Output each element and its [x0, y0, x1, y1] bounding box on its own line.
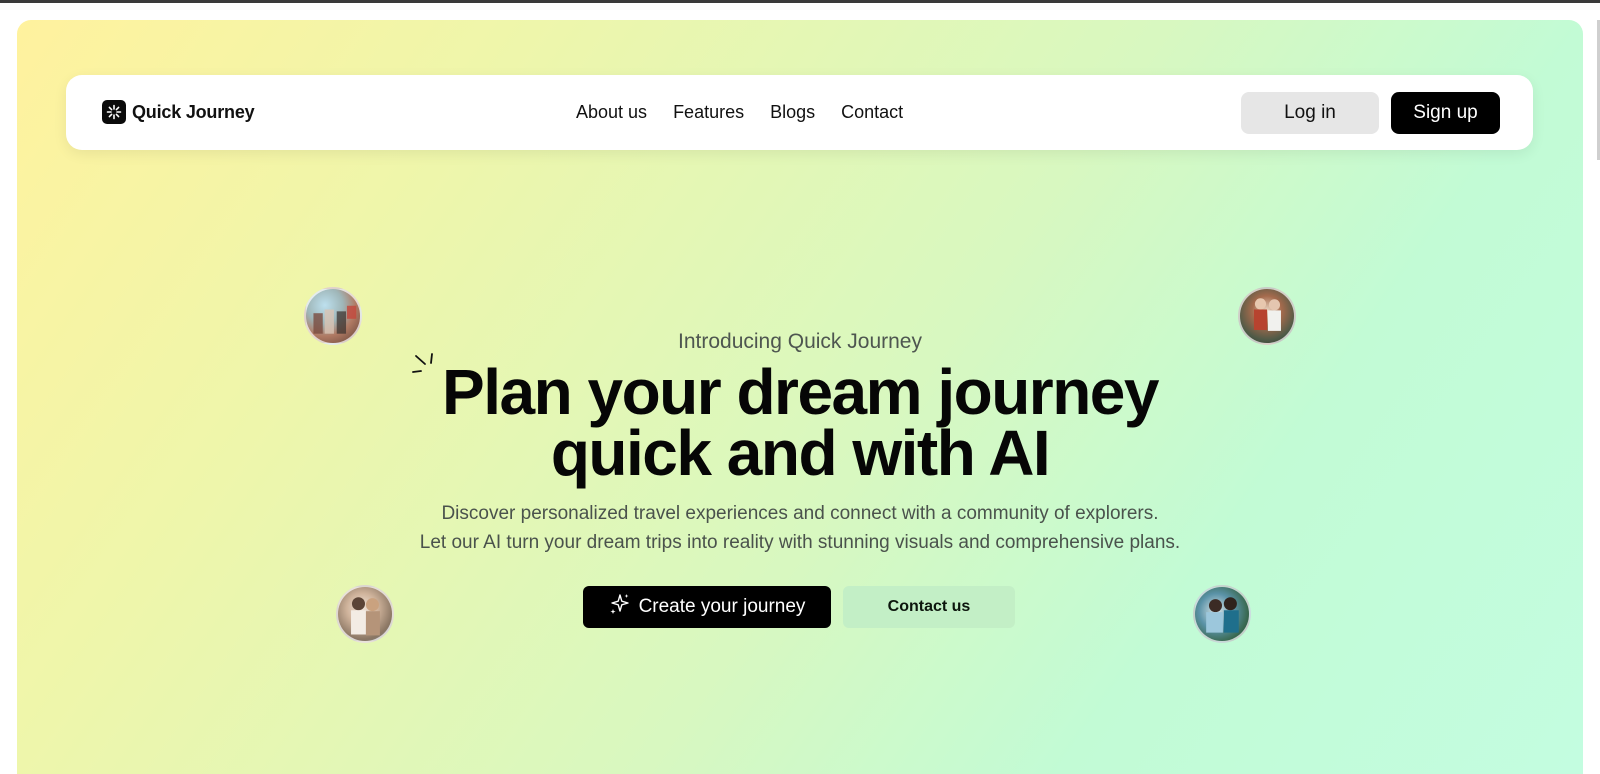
create-journey-label: Create your journey	[638, 596, 806, 617]
hero-section: Quick Journey About us Features Blogs Co…	[17, 20, 1583, 774]
navbar: Quick Journey About us Features Blogs Co…	[66, 75, 1533, 150]
nav-link-contact[interactable]: Contact	[841, 102, 903, 123]
headline-line-2: quick and with AI	[550, 417, 1051, 489]
contact-us-button[interactable]: Contact us	[843, 586, 1015, 628]
description-line-2: Let our AI turn your dream trips into re…	[419, 532, 1181, 553]
hero-intro: Introducing Quick Journey	[678, 330, 922, 353]
nav-links: About us Features Blogs Contact	[576, 102, 903, 123]
description-line-1: Discover personalized travel experiences…	[441, 503, 1159, 524]
create-journey-button[interactable]: Create your journey	[583, 586, 831, 628]
nav-link-features[interactable]: Features	[673, 102, 744, 123]
sparkle-logo-icon	[102, 100, 126, 124]
signup-button[interactable]: Sign up	[1391, 92, 1500, 134]
traveler-avatar-4	[1193, 585, 1251, 643]
sparkles-icon	[609, 593, 631, 621]
top-border	[0, 0, 1600, 3]
brand-name: Quick Journey	[132, 101, 255, 122]
nav-link-blogs[interactable]: Blogs	[770, 102, 815, 123]
brand[interactable]: Quick Journey	[102, 100, 255, 124]
login-button[interactable]: Log in	[1241, 92, 1379, 134]
traveler-avatar-3	[336, 585, 394, 643]
hero-headline: Plan your dream journey quick and with A…	[17, 360, 1583, 485]
nav-link-about-us[interactable]: About us	[576, 102, 647, 123]
hero-description: Discover personalized travel experiences…	[17, 499, 1583, 557]
